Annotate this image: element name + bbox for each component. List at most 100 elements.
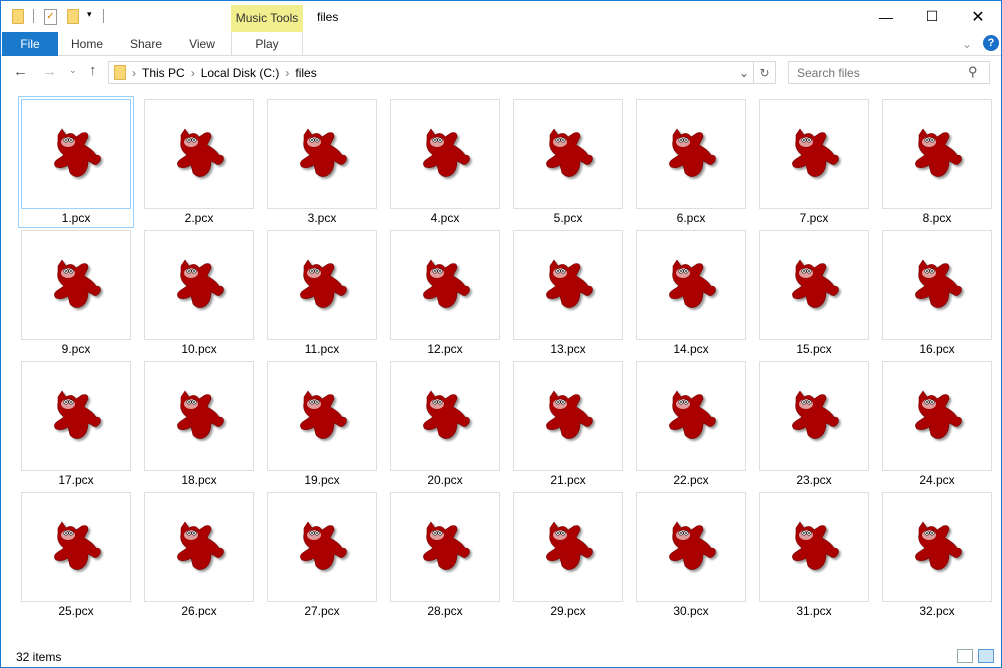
file-item[interactable]: 15.pcx	[759, 230, 869, 356]
file-name: 8.pcx	[922, 211, 952, 225]
file-item[interactable]: 32.pcx	[882, 492, 992, 618]
file-item[interactable]: 9.pcx	[21, 230, 131, 356]
pcx-thumbnail-icon	[267, 230, 377, 340]
file-item[interactable]: 3.pcx	[267, 99, 377, 225]
recent-locations-button[interactable]: ⌄	[69, 65, 77, 76]
file-item[interactable]: 7.pcx	[759, 99, 869, 225]
large-icons-view-button[interactable]	[978, 649, 994, 663]
properties-icon[interactable]: ✓	[44, 9, 57, 25]
pcx-thumbnail-icon	[267, 361, 377, 471]
file-item[interactable]: 24.pcx	[882, 361, 992, 487]
pcx-thumbnail-icon	[21, 99, 131, 209]
file-name: 3.pcx	[307, 211, 337, 225]
pcx-thumbnail-icon	[513, 361, 623, 471]
file-item[interactable]: 18.pcx	[144, 361, 254, 487]
file-item[interactable]: 27.pcx	[267, 492, 377, 618]
pcx-thumbnail-icon	[513, 99, 623, 209]
search-input[interactable]	[788, 61, 990, 84]
file-item[interactable]: 17.pcx	[21, 361, 131, 487]
file-item[interactable]: 13.pcx	[513, 230, 623, 356]
new-folder-icon[interactable]	[67, 9, 79, 24]
file-item[interactable]: 4.pcx	[390, 99, 500, 225]
pcx-thumbnail-icon	[21, 492, 131, 602]
breadcrumb-local-disk[interactable]: Local Disk (C:)	[201, 66, 280, 80]
pcx-thumbnail-icon	[144, 492, 254, 602]
up-button[interactable]: ↑	[89, 62, 97, 79]
file-item[interactable]: 26.pcx	[144, 492, 254, 618]
breadcrumb-files[interactable]: files	[295, 66, 316, 80]
pcx-thumbnail-icon	[759, 361, 869, 471]
pcx-thumbnail-icon	[21, 361, 131, 471]
chevron-right-icon[interactable]: ›	[285, 66, 289, 80]
file-item[interactable]: 8.pcx	[882, 99, 992, 225]
file-name: 20.pcx	[427, 473, 463, 487]
pcx-thumbnail-icon	[759, 99, 869, 209]
pcx-thumbnail-icon	[390, 492, 500, 602]
file-name: 5.pcx	[553, 211, 583, 225]
file-item[interactable]: 5.pcx	[513, 99, 623, 225]
close-button[interactable]: ✕	[955, 1, 1001, 32]
refresh-button[interactable]: ↻	[754, 61, 776, 84]
file-item[interactable]: 11.pcx	[267, 230, 377, 356]
file-name: 1.pcx	[61, 211, 91, 225]
file-name: 15.pcx	[796, 342, 832, 356]
file-item[interactable]: 31.pcx	[759, 492, 869, 618]
search-icon[interactable]: ⚲	[968, 64, 978, 80]
file-item[interactable]: 23.pcx	[759, 361, 869, 487]
file-name: 4.pcx	[430, 211, 460, 225]
tab-view[interactable]: View	[179, 32, 225, 56]
file-name: 26.pcx	[181, 604, 217, 618]
back-button[interactable]: ←	[13, 63, 28, 80]
title-bar: ✓ ▾ Music Tools files — ☐ ✕	[1, 1, 1001, 32]
pcx-thumbnail-icon	[144, 361, 254, 471]
file-item[interactable]: 12.pcx	[390, 230, 500, 356]
tab-play[interactable]: Play	[231, 32, 303, 56]
address-bar[interactable]: › This PC › Local Disk (C:) › files ⌄	[108, 61, 754, 84]
forward-button[interactable]: →	[42, 63, 57, 80]
chevron-right-icon[interactable]: ›	[191, 66, 195, 80]
tab-file[interactable]: File	[2, 32, 58, 56]
tab-home[interactable]: Home	[63, 32, 111, 56]
file-item[interactable]: 28.pcx	[390, 492, 500, 618]
chevron-right-icon[interactable]: ›	[132, 66, 136, 80]
explorer-window: ✓ ▾ Music Tools files — ☐ ✕ File Home Sh…	[0, 0, 1002, 668]
context-tab-music-tools: Music Tools	[231, 5, 303, 32]
file-name: 17.pcx	[58, 473, 94, 487]
file-item[interactable]: 25.pcx	[21, 492, 131, 618]
file-item[interactable]: 20.pcx	[390, 361, 500, 487]
pcx-thumbnail-icon	[513, 492, 623, 602]
maximize-button[interactable]: ☐	[909, 1, 955, 32]
file-item[interactable]: 16.pcx	[882, 230, 992, 356]
file-item[interactable]: 2.pcx	[144, 99, 254, 225]
details-view-button[interactable]	[957, 649, 973, 663]
pcx-thumbnail-icon	[759, 492, 869, 602]
file-item[interactable]: 1.pcx	[18, 96, 134, 228]
file-item[interactable]: 10.pcx	[144, 230, 254, 356]
file-name: 21.pcx	[550, 473, 586, 487]
customize-quick-access-icon[interactable]: ▾	[87, 9, 92, 25]
window-title: files	[317, 10, 339, 24]
file-item[interactable]: 30.pcx	[636, 492, 746, 618]
file-item[interactable]: 22.pcx	[636, 361, 746, 487]
file-name: 10.pcx	[181, 342, 217, 356]
tab-share[interactable]: Share	[122, 32, 170, 56]
pcx-thumbnail-icon	[882, 230, 992, 340]
pcx-thumbnail-icon	[882, 492, 992, 602]
file-item[interactable]: 21.pcx	[513, 361, 623, 487]
pcx-thumbnail-icon	[267, 99, 377, 209]
file-name: 23.pcx	[796, 473, 832, 487]
pcx-thumbnail-icon	[390, 361, 500, 471]
file-item[interactable]: 6.pcx	[636, 99, 746, 225]
file-name: 16.pcx	[919, 342, 955, 356]
pcx-thumbnail-icon	[759, 230, 869, 340]
address-dropdown-icon[interactable]: ⌄	[739, 66, 749, 80]
file-item[interactable]: 29.pcx	[513, 492, 623, 618]
help-icon[interactable]: ?	[983, 35, 999, 51]
file-item[interactable]: 19.pcx	[267, 361, 377, 487]
pcx-thumbnail-icon	[636, 99, 746, 209]
file-item[interactable]: 14.pcx	[636, 230, 746, 356]
breadcrumb-this-pc[interactable]: This PC	[142, 66, 185, 80]
pcx-thumbnail-icon	[636, 492, 746, 602]
expand-ribbon-icon[interactable]: ⌄	[959, 32, 975, 56]
minimize-button[interactable]: —	[863, 1, 909, 32]
